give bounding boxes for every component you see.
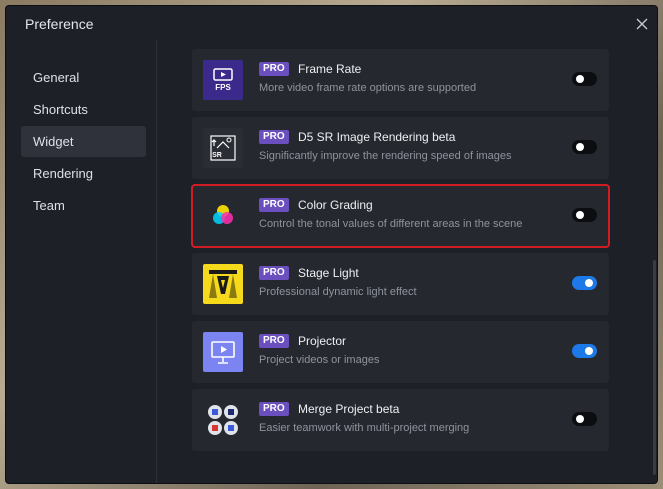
pro-badge: PRO	[259, 130, 289, 144]
projector-icon	[203, 332, 243, 372]
color-grading-icon	[203, 196, 243, 236]
widget-card-stage-light: PRO Stage Light Professional dynamic lig…	[192, 253, 609, 315]
close-icon[interactable]	[633, 15, 651, 33]
dialog-title: Preference	[25, 16, 94, 32]
widget-description: More video frame rate options are suppor…	[259, 82, 477, 94]
widget-name: Merge Project beta	[298, 402, 400, 416]
sidebar-item-shortcuts[interactable]: Shortcuts	[21, 94, 146, 125]
merge-project-icon	[203, 400, 243, 440]
widget-name: Stage Light	[298, 266, 359, 280]
stage-light-toggle[interactable]	[572, 276, 597, 290]
widget-list: FPS PRO Frame Rate More video frame rate…	[157, 40, 657, 483]
sr-image-icon: SR	[203, 128, 243, 168]
stage-light-icon	[203, 264, 243, 304]
sidebar-item-widget[interactable]: Widget	[21, 126, 146, 157]
sidebar: General Shortcuts Widget Rendering Team	[6, 40, 157, 483]
pro-badge: PRO	[259, 62, 289, 76]
pro-badge: PRO	[259, 266, 289, 280]
scrollbar[interactable]	[653, 260, 656, 475]
widget-description: Project videos or images	[259, 354, 380, 366]
pro-badge: PRO	[259, 334, 289, 348]
svg-text:FPS: FPS	[215, 83, 231, 92]
widget-name: Color Grading	[298, 198, 373, 212]
projector-toggle[interactable]	[572, 344, 597, 358]
color-grading-toggle[interactable]	[572, 208, 597, 222]
widget-description: Easier teamwork with multi-project mergi…	[259, 422, 470, 434]
widget-name: D5 SR Image Rendering beta	[298, 130, 456, 144]
fps-icon: FPS	[203, 60, 243, 100]
widget-name: Projector	[298, 334, 347, 348]
pro-badge: PRO	[259, 402, 289, 416]
widget-name: Frame Rate	[298, 62, 362, 76]
widget-description: Control the tonal values of different ar…	[259, 218, 523, 230]
frame-rate-toggle[interactable]	[572, 72, 597, 86]
widget-card-sr-image: SR PRO D5 SR Image Rendering beta Signif…	[192, 117, 609, 179]
pro-badge: PRO	[259, 198, 289, 212]
sidebar-item-team[interactable]: Team	[21, 190, 146, 221]
widget-description: Significantly improve the rendering spee…	[259, 150, 512, 162]
sidebar-item-general[interactable]: General	[21, 62, 146, 93]
sr-image-toggle[interactable]	[572, 140, 597, 154]
svg-text:SR: SR	[212, 152, 222, 159]
sidebar-item-rendering[interactable]: Rendering	[21, 158, 146, 189]
widget-card-frame-rate: FPS PRO Frame Rate More video frame rate…	[192, 49, 609, 111]
widget-description: Professional dynamic light effect	[259, 286, 417, 298]
widget-card-merge-project: PRO Merge Project beta Easier teamwork w…	[192, 389, 609, 451]
titlebar: Preference	[6, 6, 657, 40]
widget-card-color-grading: PRO Color Grading Control the tonal valu…	[191, 184, 610, 248]
widget-card-projector: PRO Projector Project videos or images	[192, 321, 609, 383]
preference-dialog: Preference General Shortcuts Widget Rend…	[6, 6, 657, 483]
merge-project-toggle[interactable]	[572, 412, 597, 426]
